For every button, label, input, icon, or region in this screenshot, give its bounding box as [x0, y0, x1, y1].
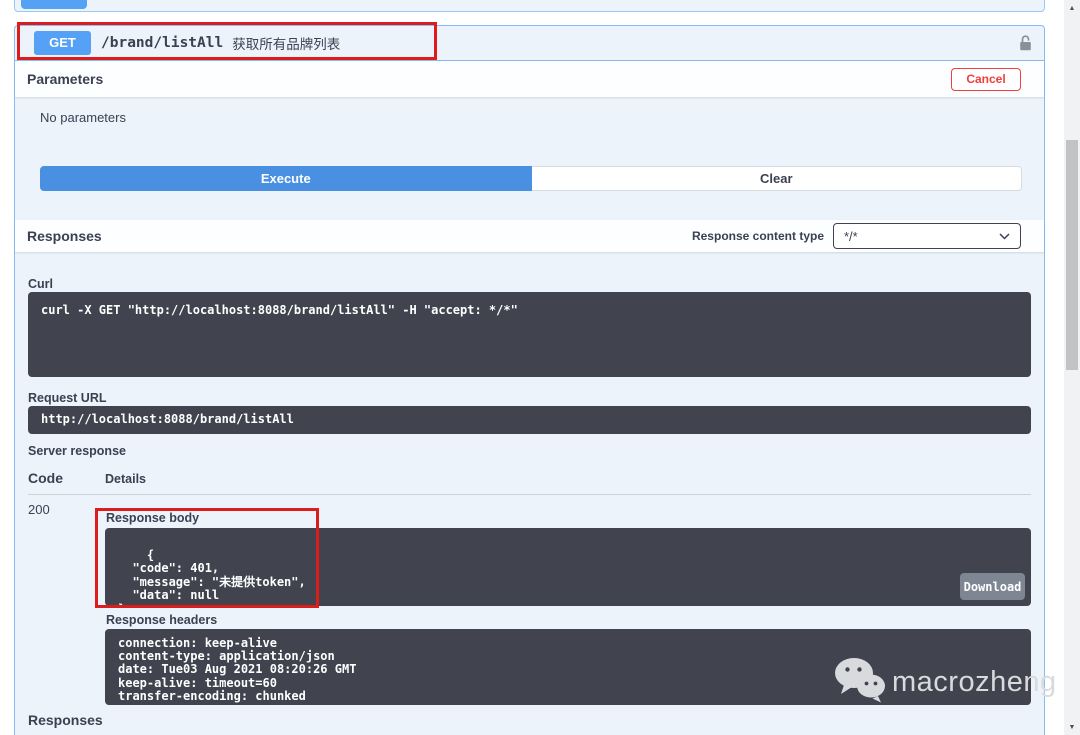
wechat-logo-icon	[833, 656, 887, 708]
watermark: macrozheng	[833, 656, 1057, 708]
execute-button[interactable]: Execute	[40, 166, 532, 191]
scrollbar-thumb[interactable]	[1066, 140, 1078, 370]
table-divider	[28, 494, 1031, 495]
responses-title: Responses	[27, 228, 102, 244]
swagger-page: GET /brand/listAll 获取所有品牌列表 Parameters C…	[0, 0, 1080, 735]
unlock-padlock-icon[interactable]	[1018, 34, 1033, 52]
details-column-header: Details	[105, 472, 146, 486]
scroll-up-arrow-icon[interactable]: ▲	[1064, 1, 1080, 15]
download-button[interactable]: Download	[960, 573, 1025, 600]
server-response-label: Server response	[28, 444, 126, 458]
annotation-box-endpoint	[17, 22, 437, 60]
execute-clear-row: Execute Clear	[40, 166, 1022, 191]
chevron-down-icon	[999, 233, 1010, 240]
parameters-title: Parameters	[27, 71, 103, 87]
cancel-button[interactable]: Cancel	[951, 68, 1021, 91]
scroll-down-arrow-icon[interactable]: ▼	[1064, 720, 1080, 734]
vertical-scrollbar[interactable]: ▲ ▼	[1064, 0, 1080, 735]
response-content-type-label: Response content type	[692, 229, 824, 243]
documented-responses-title: Responses	[28, 712, 103, 728]
response-content-type-group: Response content type */*	[692, 223, 1021, 249]
parameters-section-header: Parameters Cancel	[15, 61, 1044, 97]
responses-section-header: Responses Response content type */*	[15, 220, 1044, 252]
no-parameters-text: No parameters	[40, 110, 126, 125]
request-url-value: http://localhost:8088/brand/listAll	[28, 406, 1031, 434]
response-headers-label: Response headers	[106, 613, 217, 627]
curl-command[interactable]: curl -X GET "http://localhost:8088/brand…	[28, 292, 1031, 377]
clear-button[interactable]: Clear	[532, 166, 1023, 191]
code-column-header: Code	[28, 470, 63, 486]
previous-endpoint-remnant	[14, 0, 1045, 12]
response-content-type-select[interactable]: */*	[833, 223, 1021, 249]
response-content-type-value: */*	[844, 229, 858, 244]
annotation-box-response-body	[95, 508, 319, 608]
request-url-label: Request URL	[28, 391, 106, 405]
watermark-text: macrozheng	[892, 666, 1057, 699]
status-code: 200	[28, 502, 50, 517]
curl-label: Curl	[28, 277, 53, 291]
previous-endpoint-method-badge[interactable]	[21, 0, 87, 9]
